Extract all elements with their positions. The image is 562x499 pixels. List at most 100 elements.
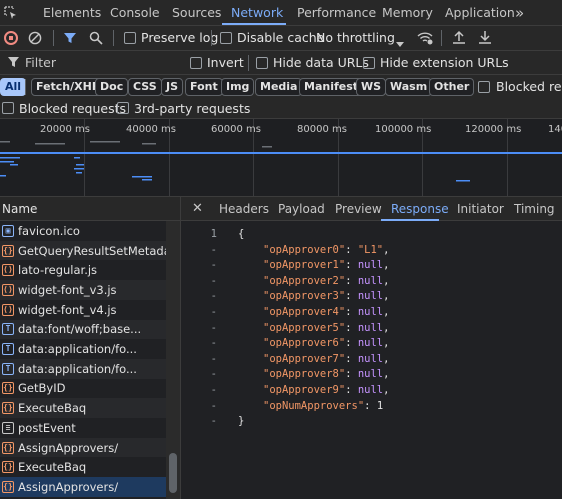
xhr-icon: {} [2,382,14,395]
request-name: ExecuteBaq [18,460,87,475]
xhr-icon: {} [2,402,14,415]
tab-performance[interactable]: Performance [297,0,376,26]
invert-label: Invert [207,55,244,70]
script-icon: ⟨⟩ [2,283,14,296]
more-tabs-button[interactable]: » [515,0,524,26]
active-detail-tab-indicator [381,219,439,221]
blocked-response-cookies-checkbox[interactable] [478,81,490,93]
request-row[interactable]: {} AssignApprovers/ [0,477,166,497]
script-icon: ⟨⟩ [2,303,14,316]
line-number: - [210,384,217,396]
tab-preview[interactable]: Preview [335,197,382,221]
search-icon[interactable] [89,31,103,45]
tab-console[interactable]: Console [110,0,160,26]
network-overview-timeline[interactable]: 20000 ms 40000 ms 60000 ms 80000 ms 1000… [0,119,562,197]
chevron-down-icon[interactable] [396,36,404,47]
name-column-header[interactable]: Name [0,197,180,221]
filter-funnel-icon[interactable] [63,31,77,45]
json-field: "opNumApprovers": 1 [263,399,384,412]
request-row[interactable]: {} GetByID [0,379,166,399]
type-filter-all[interactable]: All [0,78,27,96]
type-filter-ws[interactable]: WS [356,78,387,96]
third-party-requests-checkbox[interactable] [117,102,129,114]
type-filter-media[interactable]: Media [255,78,303,96]
request-list: Name ▣ favicon.ico {} GetQueryResultSetMeta… [0,197,181,499]
inspect-element-icon[interactable] [4,6,17,19]
tab-application[interactable]: Application [445,0,515,26]
export-har-icon[interactable] [478,30,492,45]
request-row[interactable]: {} AssignApprovers/ [0,437,166,458]
record-button[interactable] [4,31,18,45]
request-row[interactable]: ▣ favicon.ico [0,221,166,241]
filter-input[interactable]: Filter [2,53,178,72]
line-number: - [210,368,217,381]
json-key: "opApprover4" [263,306,346,318]
json-value: null [357,384,384,396]
tab-response[interactable]: Response [391,197,449,221]
tab-sources[interactable]: Sources [172,0,221,26]
clear-icon[interactable] [28,31,42,45]
hide-data-urls-checkbox[interactable] [256,57,268,69]
line-number: - [210,337,217,350]
json-value: null [357,321,384,334]
throttling-select[interactable]: No throttling [316,30,395,45]
close-detail-button[interactable]: ✕ [192,197,203,221]
json-value: null [357,368,384,381]
request-row[interactable]: {} GetQueryResultSetMetadat... [0,240,166,261]
hide-extension-urls-checkbox[interactable] [363,57,375,69]
name-header-label: Name [2,202,38,216]
json-field: "opApprover0": "L1", [263,243,390,256]
disable-cache-checkbox[interactable] [220,32,232,44]
tab-elements[interactable]: Elements [43,0,101,26]
xhr-icon: {} [2,441,14,454]
json-key: "opApprover8" [263,368,346,381]
type-filter-other[interactable]: Other [429,78,475,96]
preserve-log-checkbox[interactable] [124,32,136,44]
line-number: - [210,259,217,272]
request-name: AssignApprovers/ [18,479,119,494]
type-filter-doc[interactable]: Doc [95,78,129,96]
invert-checkbox[interactable] [190,57,202,69]
request-row[interactable]: Tdata:application/fo... [0,358,166,379]
type-filter-js[interactable]: JS [161,78,184,96]
type-filter-img[interactable]: Img [221,78,255,96]
type-filter-manifest[interactable]: Manifest [299,78,364,96]
network-conditions-icon[interactable] [416,30,434,46]
line-number: - [210,352,217,365]
request-row[interactable]: Tdata:font/woff;base... [0,319,166,340]
type-filter-css[interactable]: CSS [128,78,162,96]
tab-initiator[interactable]: Initiator [457,197,504,221]
hide-data-urls-label: Hide data URLs [273,55,369,70]
tab-payload[interactable]: Payload [278,197,325,221]
scrollbar-thumb[interactable] [169,453,177,493]
json-separator: , [383,321,390,334]
font-icon: T [2,343,14,356]
request-row[interactable]: Tdata:application/fo... [0,339,166,359]
json-key: "opApprover1" [263,259,346,272]
blocked-requests-checkbox[interactable] [2,102,14,114]
request-row[interactable]: ≡ postEvent [0,418,166,438]
json-key: "opApprover6" [263,337,346,350]
response-line: - "opApprover8": null, [181,367,562,383]
tab-headers[interactable]: Headers [219,197,269,221]
request-row[interactable]: ⟨⟩ widget-font_v3.js [0,280,166,300]
json-field: "opApprover5": null, [263,321,390,334]
tab-memory[interactable]: Memory [382,0,433,26]
tab-timing[interactable]: Timing [514,197,555,221]
json-key: "opNumApprovers" [263,399,365,412]
json-separator: , [383,368,390,381]
type-filter-wasm[interactable]: Wasm [385,78,433,96]
json-field: "opApprover9": null, [263,384,390,396]
request-row[interactable]: {} ExecuteBaq [0,457,166,477]
json-value: null [357,259,384,272]
json-field: "opApprover4": null, [263,306,390,318]
type-filter-font[interactable]: Font [185,78,223,96]
request-row[interactable]: ⟨⟩ lato-regular.js [0,260,166,280]
image-icon: ▣ [2,224,14,237]
request-name: GetQueryResultSetMetadat... [18,243,166,258]
preserve-log-label: Preserve log [141,30,219,45]
import-har-icon[interactable] [452,30,466,45]
request-row[interactable]: {} ExecuteBaq [0,398,166,418]
json-value: null [357,306,384,318]
request-row[interactable]: ⟨⟩ widget-font_v4.js [0,300,166,320]
